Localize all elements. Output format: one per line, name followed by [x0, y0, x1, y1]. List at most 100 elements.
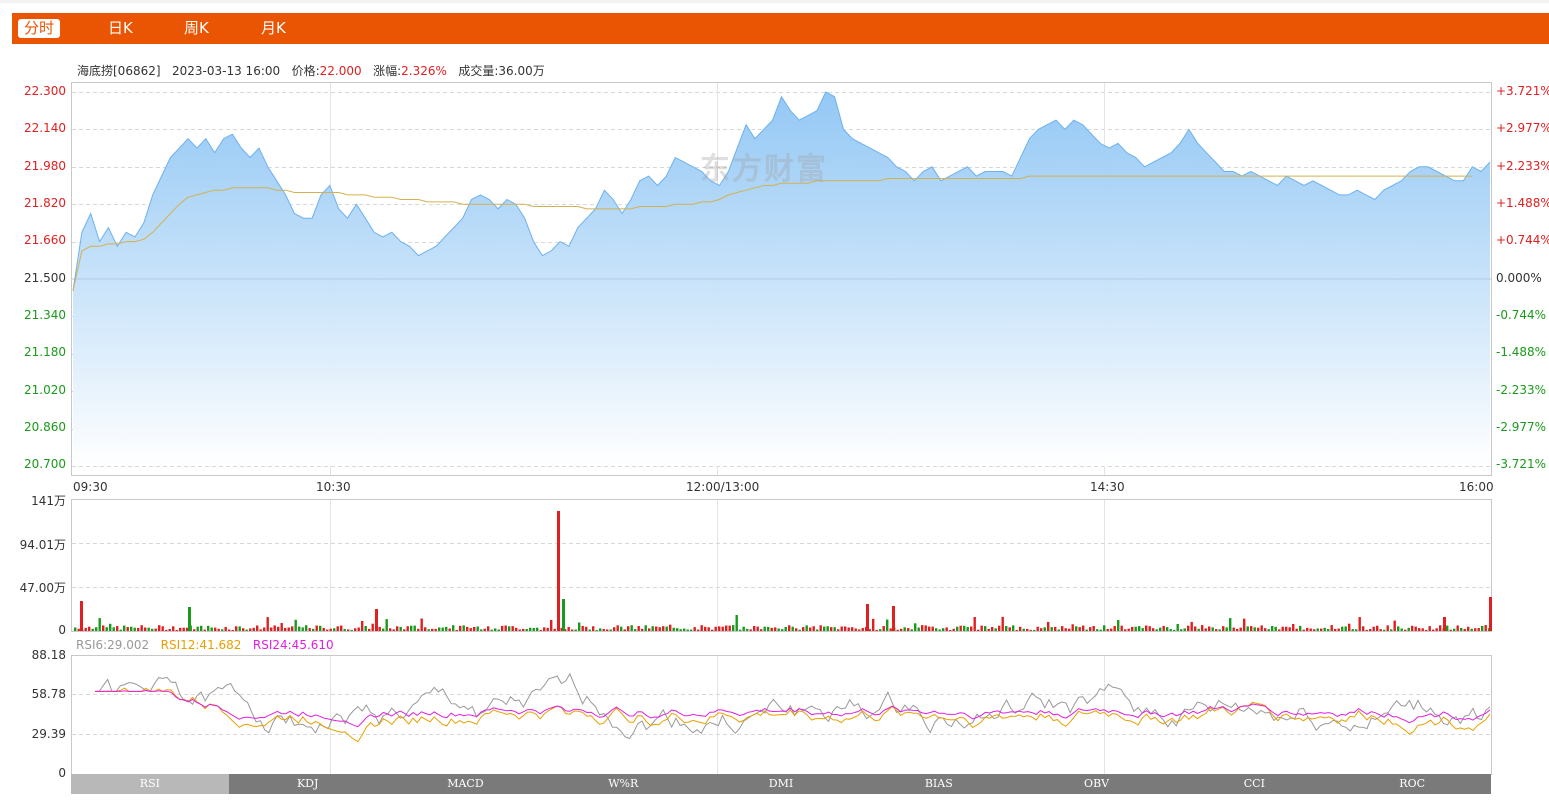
volume-bar	[182, 627, 185, 631]
volume-bar	[984, 626, 987, 631]
volume-bar	[224, 626, 227, 631]
volume-bar	[1393, 620, 1396, 631]
volume-bar	[1334, 629, 1337, 631]
volume-bar	[994, 628, 997, 631]
volume-bar	[1404, 629, 1407, 631]
volume-bar	[861, 628, 864, 631]
volume-bar	[1428, 626, 1431, 631]
volume-bar	[914, 623, 917, 631]
volume-bar	[683, 628, 686, 631]
volume-bar	[1145, 625, 1148, 631]
volume-bar	[651, 626, 654, 631]
volume-bar	[1036, 626, 1039, 631]
volume-bar	[424, 627, 427, 631]
volume-bar	[892, 606, 895, 631]
volume-bar	[1208, 626, 1211, 631]
volume-bar	[448, 628, 451, 631]
volume-bar	[711, 629, 714, 631]
volume-bar	[1106, 629, 1109, 631]
volume-bar	[1085, 629, 1088, 631]
volume-bar	[851, 627, 854, 631]
volume-bar	[637, 626, 640, 631]
volume-bar	[175, 630, 178, 631]
volume-bar	[326, 629, 329, 631]
volume-bar	[462, 625, 465, 631]
volume-bar	[942, 628, 945, 631]
volume-bar	[546, 627, 549, 631]
volume-bar	[203, 629, 206, 631]
volume-bar	[1267, 629, 1270, 631]
intraday-chart[interactable]	[0, 0, 1549, 805]
volume-bar	[357, 627, 360, 631]
rsi-axis-label: 58.78	[31, 687, 66, 701]
volume-bar	[119, 629, 122, 631]
indicator-tab-cci[interactable]: CCI	[1175, 774, 1333, 794]
volume-bar	[375, 609, 378, 631]
price-axis-label: 20.700	[24, 457, 66, 471]
volume-bar	[1271, 626, 1274, 631]
rsi24-line	[95, 689, 1491, 728]
volume-bar	[1229, 618, 1232, 631]
volume-bar	[686, 629, 689, 631]
volume-bar	[795, 628, 798, 631]
volume-bar	[494, 628, 497, 631]
volume-bar	[662, 626, 665, 631]
indicator-tab-bias[interactable]: BIAS	[860, 774, 1018, 794]
volume-bar	[1299, 625, 1302, 631]
indicator-tab-roc[interactable]: ROC	[1333, 774, 1491, 794]
volume-bar	[872, 618, 875, 631]
volume-bar	[1022, 628, 1025, 631]
volume-bar	[1306, 627, 1309, 631]
volume-bar	[1155, 629, 1158, 631]
percent-axis-label: -2.233%	[1496, 383, 1547, 397]
volume-bar	[329, 628, 332, 631]
volume-bar	[676, 628, 679, 631]
volume-bar	[830, 627, 833, 631]
volume-bar	[1443, 617, 1446, 631]
price-axis-label: 21.340	[24, 308, 66, 322]
indicator-tab-dmi[interactable]: DMI	[702, 774, 860, 794]
volume-bar	[1274, 626, 1277, 631]
indicator-tab-obv[interactable]: OBV	[1018, 774, 1176, 794]
volume-bar	[105, 627, 108, 631]
volume-bar	[504, 625, 507, 631]
percent-axis-label: +2.977%	[1496, 121, 1549, 135]
volume-bar	[245, 629, 248, 631]
volume-bar	[623, 629, 626, 631]
volume-bar	[1033, 629, 1036, 631]
volume-bar	[819, 625, 822, 631]
volume-bar	[1281, 626, 1284, 631]
volume-bar	[1232, 627, 1235, 631]
volume-bar	[592, 626, 595, 631]
volume-bar	[1489, 597, 1492, 631]
volume-bar	[1446, 625, 1449, 631]
volume-bar	[1061, 626, 1064, 631]
volume-bar	[1313, 629, 1316, 631]
volume-bar	[693, 627, 696, 631]
volume-bar	[809, 627, 812, 631]
indicator-tab-macd[interactable]: MACD	[387, 774, 545, 794]
volume-bar	[1110, 628, 1113, 631]
volume-bar	[1124, 629, 1127, 631]
volume-bar	[319, 625, 322, 631]
volume-bar	[1474, 628, 1477, 631]
volume-bar	[672, 627, 675, 631]
volume-bar	[406, 626, 409, 631]
volume-bar	[707, 627, 710, 631]
indicator-tab-wr[interactable]: W%R	[544, 774, 702, 794]
volume-bar	[1068, 628, 1071, 631]
volume-bar	[312, 628, 315, 631]
volume-bar	[798, 629, 801, 631]
volume-bar	[1222, 626, 1225, 631]
volume-bar	[917, 627, 920, 631]
indicator-tab-kdj[interactable]: KDJ	[229, 774, 387, 794]
volume-bar	[1302, 629, 1305, 631]
volume-bar	[413, 625, 416, 631]
indicator-tab-rsi[interactable]: RSI	[71, 774, 229, 794]
volume-bars	[74, 511, 1492, 631]
volume-bar	[1414, 626, 1417, 631]
volume-bar	[539, 629, 542, 631]
volume-bar	[812, 626, 815, 631]
price-axis-label: 21.500	[24, 271, 66, 285]
percent-axis-label: 0.000%	[1496, 271, 1542, 285]
